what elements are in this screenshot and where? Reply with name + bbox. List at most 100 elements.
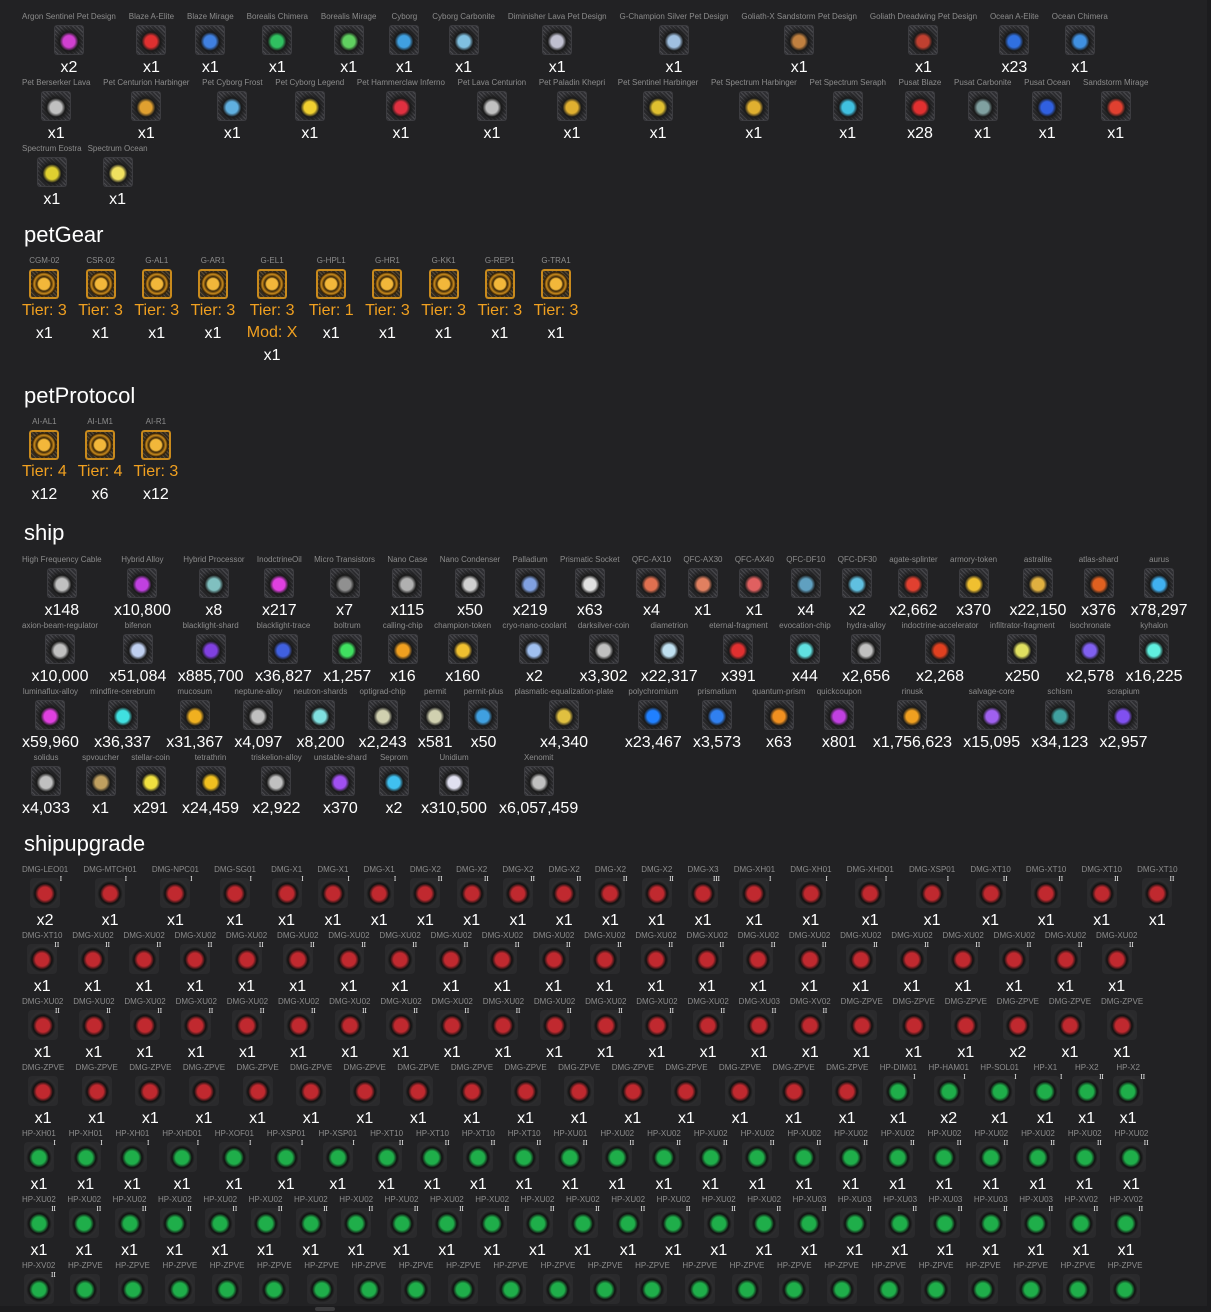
ship-upgrade-item[interactable]: HP-XU02 II x1 [881, 1129, 915, 1195]
vertical-scrollbar[interactable] [1207, 0, 1211, 1312]
ship-upgrade-item[interactable]: DMG-XU02 II x1 [840, 931, 881, 997]
ship-upgrade-item[interactable]: HP-XT10 II x1 [416, 1129, 449, 1195]
ship-upgrade-item[interactable]: DMG-XU02 II x1 [278, 997, 319, 1063]
pet-gear-item[interactable]: G-EL1 Tier: 3 Mod: X x1 [247, 256, 298, 366]
ship-resource-item[interactable]: blacklight-shard x885,700 [178, 621, 244, 687]
pet-design-item[interactable]: Spectrum Ocean x1 [88, 144, 148, 210]
ship-upgrade-item[interactable]: DMG-XU03 II x1 [739, 997, 780, 1063]
ship-upgrade-item[interactable]: HP-XU02 II x1 [741, 1129, 775, 1195]
ship-resource-item[interactable]: Seprom x2 [378, 753, 409, 819]
ship-upgrade-item[interactable]: HP-XH01 Ix1 [69, 1129, 103, 1195]
ship-resource-item[interactable]: aurus x78,297 [1131, 555, 1188, 621]
pet-gear-item[interactable]: G-AR1 Tier: 3 x1 [191, 256, 236, 344]
pet-design-item[interactable]: Argon Sentinel Pet Design x2 [22, 12, 116, 78]
pet-design-item[interactable]: Goliath-X Sandstorm Pet Design x1 [741, 12, 857, 78]
ship-upgrade-item[interactable]: DMG-XU02 II x1 [277, 931, 318, 997]
ship-upgrade-item[interactable]: DMG-ZPVE x1 [773, 1063, 815, 1129]
ship-upgrade-item[interactable]: DMG-XU02 II x1 [329, 997, 370, 1063]
ship-upgrade-item[interactable]: DMG-XU02 II x1 [738, 931, 779, 997]
pet-design-item[interactable]: Pusat Blaze x28 [899, 78, 942, 144]
ship-resource-item[interactable]: Nano Condenser x50 [440, 555, 500, 621]
ship-upgrade-item[interactable]: DMG-ZPVE x1 [76, 1063, 118, 1129]
ship-upgrade-item[interactable]: DMG-ZPVE x1 [236, 1063, 278, 1129]
ship-upgrade-item[interactable]: DMG-XU02 II x1 [891, 931, 932, 997]
ship-upgrade-item[interactable]: HP-XU02 II x1 [600, 1129, 634, 1195]
ship-upgrade-item[interactable]: HP-DIM01 Ix1 [880, 1063, 917, 1129]
pet-protocol-item[interactable]: AI-LM1 Tier: 4 x6 [78, 417, 123, 505]
pet-design-item[interactable]: Borealis Mirage x1 [321, 12, 377, 78]
ship-resource-item[interactable]: infiltrator-fragment x250 [990, 621, 1055, 687]
ship-upgrade-item[interactable]: DMG-ZPVE x1 [451, 1063, 493, 1129]
ship-upgrade-item[interactable]: DMG-ZPVE x1 [719, 1063, 761, 1129]
ship-resource-item[interactable]: cryo-nano-coolant x2 [502, 621, 566, 687]
ship-resource-item[interactable]: darksilver-coin x3,302 [578, 621, 630, 687]
ship-upgrade-item[interactable]: DMG-XT10 II x1 [1026, 865, 1066, 931]
ship-upgrade-item[interactable]: DMG-XU02 II x1 [227, 997, 268, 1063]
pet-design-item[interactable]: Sandstorm Mirage x1 [1083, 78, 1148, 144]
ship-upgrade-item[interactable]: DMG-XU02 II x1 [1096, 931, 1137, 997]
ship-resource-item[interactable]: QFC-AX40 x1 [735, 555, 774, 621]
ship-upgrade-item[interactable]: HP-ZPVE [352, 1261, 386, 1304]
ship-resource-item[interactable]: kyhalon x16,225 [1126, 621, 1183, 687]
ship-upgrade-item[interactable]: DMG-ZPVE x1 [129, 1063, 171, 1129]
ship-upgrade-item[interactable]: DMG-ZPVE x1 [504, 1063, 546, 1129]
ship-upgrade-item[interactable]: DMG-ZPVE x1 [1049, 997, 1091, 1063]
ship-upgrade-item[interactable]: HP-XU02 II x1 [158, 1195, 192, 1261]
ship-upgrade-item[interactable]: HP-XH01 Ix1 [116, 1129, 150, 1195]
ship-upgrade-item[interactable]: HP-XT10 II x1 [370, 1129, 403, 1195]
ship-upgrade-item[interactable]: HP-XHD01 Ix1 [162, 1129, 202, 1195]
ship-upgrade-item[interactable]: HP-XU02 II x1 [1068, 1129, 1102, 1195]
ship-upgrade-item[interactable]: HP-XSP01 Ix1 [267, 1129, 306, 1195]
ship-upgrade-item[interactable]: HP-ZPVE [871, 1261, 906, 1304]
ship-upgrade-item[interactable]: DMG-XU02 II x1 [687, 997, 728, 1063]
ship-upgrade-item[interactable]: DMG-MTCH01 Ix1 [83, 865, 136, 931]
ship-upgrade-item[interactable]: HP-XU02 II x1 [647, 1129, 681, 1195]
ship-resource-item[interactable]: axion-beam-regulator x10,000 [22, 621, 98, 687]
ship-resource-item[interactable]: isochronate x2,578 [1066, 621, 1114, 687]
ship-resource-item[interactable]: Hybrid Processor x8 [183, 555, 244, 621]
ship-upgrade-item[interactable]: DMG-XU02 II x1 [942, 931, 983, 997]
ship-upgrade-item[interactable]: HP-XU02 II x1 [203, 1195, 237, 1261]
ship-upgrade-item[interactable]: HP-XU02 II x1 [249, 1195, 283, 1261]
ship-resource-item[interactable]: permit-plus x50 [464, 687, 504, 753]
ship-upgrade-item[interactable]: HP-XU02 II x1 [787, 1129, 821, 1195]
pet-design-item[interactable]: Pet Hammerclaw Inferno x1 [357, 78, 445, 144]
pet-design-item[interactable]: Pet Paladin Khepri x1 [539, 78, 605, 144]
ship-resource-item[interactable]: indoctrine-accelerator x2,268 [902, 621, 979, 687]
ship-upgrade-item[interactable]: DMG-ZPVE x1 [945, 997, 987, 1063]
ship-upgrade-item[interactable]: DMG-LEO01 Ix2 [22, 865, 68, 931]
ship-upgrade-item[interactable]: HP-XU02 II x1 [22, 1195, 56, 1261]
ship-upgrade-item[interactable]: HP-XU02 II x1 [657, 1195, 691, 1261]
ship-upgrade-item[interactable]: HP-XT10 II x1 [508, 1129, 541, 1195]
pet-gear-item[interactable]: G-KK1 Tier: 3 x1 [421, 256, 466, 344]
ship-upgrade-item[interactable]: HP-ZPVE [257, 1261, 292, 1304]
ship-resource-item[interactable]: atlas-shard x376 [1079, 555, 1119, 621]
scrollbar-thumb[interactable] [315, 1307, 335, 1311]
ship-upgrade-item[interactable]: HP-XU01 II x1 [554, 1129, 588, 1195]
ship-resource-item[interactable]: plasmatic-equalization-plate x4,340 [514, 687, 613, 753]
ship-upgrade-item[interactable]: DMG-ZPVE x1 [665, 1063, 707, 1129]
ship-resource-item[interactable]: solidus x4,033 [22, 753, 70, 819]
ship-upgrade-item[interactable]: DMG-XU02 II x1 [431, 931, 472, 997]
pet-design-item[interactable]: Pet Sentinel Harbinger x1 [618, 78, 699, 144]
ship-upgrade-item[interactable]: DMG-ZPVE x1 [612, 1063, 654, 1129]
pet-design-item[interactable]: Goliath Dreadwing Pet Design x1 [870, 12, 977, 78]
ship-resource-item[interactable]: rinusk x1,756,623 [873, 687, 952, 753]
ship-upgrade-item[interactable]: HP-XU02 II x1 [1021, 1129, 1055, 1195]
ship-upgrade-item[interactable]: DMG-XU02 II x1 [22, 997, 63, 1063]
ship-upgrade-item[interactable]: HP-X2 II x1 [1071, 1063, 1104, 1129]
ship-upgrade-item[interactable]: DMG-X2 II x1 [595, 865, 628, 931]
ship-upgrade-item[interactable]: HP-XU02 II x1 [339, 1195, 373, 1261]
pet-design-item[interactable]: Blaze Mirage x1 [187, 12, 234, 78]
ship-resource-item[interactable]: QFC-AX10 x4 [632, 555, 671, 621]
ship-upgrade-item[interactable]: DMG-XU02 II x1 [483, 997, 524, 1063]
ship-upgrade-item[interactable]: DMG-XU02 II x1 [994, 931, 1035, 997]
pet-protocol-item[interactable]: AI-R1 Tier: 3 x12 [134, 417, 179, 505]
ship-resource-item[interactable]: scrapium x2,957 [1099, 687, 1147, 753]
ship-resource-item[interactable]: optigrad-chip x2,243 [359, 687, 407, 753]
ship-resource-item[interactable]: champion-token x160 [434, 621, 491, 687]
ship-upgrade-item[interactable]: HP-ZPVE [493, 1261, 528, 1304]
ship-resource-item[interactable]: Unidium x310,500 [421, 753, 487, 819]
ship-resource-item[interactable]: calling-chip x16 [383, 621, 423, 687]
ship-upgrade-item[interactable]: HP-ZPVE [162, 1261, 197, 1304]
